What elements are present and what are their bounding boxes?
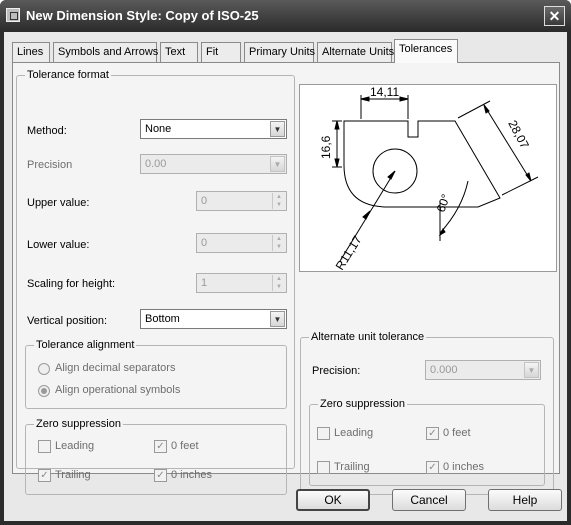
tolerance-alignment-title: Tolerance alignment <box>34 339 137 351</box>
alt-zero-inches-checkbox[interactable]: ✓ <box>426 461 439 474</box>
tab-tolerances[interactable]: Tolerances <box>394 39 458 63</box>
zero-inches-label: 0 inches <box>171 469 212 481</box>
dialog-window: New Dimension Style: Copy of ISO-25 ✕ Li… <box>0 0 571 525</box>
vertical-position-value: Bottom <box>145 313 180 325</box>
dialog-client: Lines Symbols and Arrows Text Fit Primar… <box>4 32 567 521</box>
zero-feet-checkbox[interactable]: ✓ <box>154 440 167 453</box>
scaling-for-height-spinner[interactable]: 1 ▲ ▼ <box>196 273 287 293</box>
alt-precision-dropdown[interactable]: 0.000 ▼ <box>425 360 541 380</box>
method-value: None <box>145 123 172 135</box>
title-bar[interactable]: New Dimension Style: Copy of ISO-25 ✕ <box>0 0 571 32</box>
spinner-arrows-icon[interactable]: ▲ ▼ <box>272 235 285 251</box>
scaling-for-height-value: 1 <box>201 277 208 289</box>
trailing-checkbox[interactable]: ✓ <box>38 469 51 482</box>
window-title: New Dimension Style: Copy of ISO-25 <box>26 8 259 23</box>
close-button[interactable]: ✕ <box>544 6 565 26</box>
upper-value-label: Upper value: <box>27 197 90 209</box>
align-decimal-separators-radio[interactable] <box>38 363 50 375</box>
chevron-down-icon[interactable]: ▼ <box>270 121 285 137</box>
align-operational-symbols-radio[interactable] <box>38 385 50 397</box>
app-icon <box>6 8 20 22</box>
scaling-for-height-label: Scaling for height: <box>27 278 116 290</box>
lower-value-spinner[interactable]: 0 ▲ ▼ <box>196 233 287 253</box>
alt-zero-inches-label: 0 inches <box>443 461 484 473</box>
alt-leading-label: Leading <box>334 427 374 439</box>
tolerance-alignment-group: Tolerance alignment <box>25 339 287 409</box>
chevron-down-icon[interactable]: ▼ <box>524 362 539 378</box>
alt-zero-feet-checkbox[interactable]: ✓ <box>426 427 439 440</box>
precision-dropdown[interactable]: 0.00 ▼ <box>140 154 287 174</box>
chevron-down-icon[interactable]: ▼ <box>270 156 285 172</box>
tab-text[interactable]: Text <box>160 42 198 62</box>
zero-suppression-left-group: Zero suppression <box>25 418 287 495</box>
tolerance-format-title: Tolerance format <box>25 69 111 81</box>
ok-button[interactable]: OK <box>296 489 370 511</box>
alt-trailing-label: Trailing <box>334 461 370 473</box>
upper-value-spinner[interactable]: 0 ▲ ▼ <box>196 191 287 211</box>
alt-trailing-checkbox[interactable] <box>317 461 330 474</box>
tab-alternate-units[interactable]: Alternate Units <box>317 42 394 62</box>
align-decimal-separators-label: Align decimal separators <box>55 362 176 374</box>
preview-pane: 14,11 16,6 28,07 60° R11,17 <box>299 84 557 272</box>
vertical-position-dropdown[interactable]: Bottom ▼ <box>140 309 287 329</box>
lower-value-value: 0 <box>201 237 208 249</box>
align-operational-symbols-label: Align operational symbols <box>55 384 181 396</box>
alt-leading-checkbox[interactable] <box>317 427 330 440</box>
precision-value: 0.00 <box>145 158 167 170</box>
alt-precision-value: 0.000 <box>430 364 458 376</box>
lower-value-label: Lower value: <box>27 239 90 251</box>
leading-checkbox[interactable] <box>38 440 51 453</box>
help-button[interactable]: Help <box>488 489 562 511</box>
tab-fit[interactable]: Fit <box>201 42 241 62</box>
part-outline <box>343 120 501 208</box>
alt-precision-label: Precision: <box>312 365 361 377</box>
cancel-button[interactable]: Cancel <box>392 489 466 511</box>
zero-suppression-right-title: Zero suppression <box>318 398 407 410</box>
leading-label: Leading <box>55 440 95 452</box>
spinner-arrows-icon[interactable]: ▲ ▼ <box>272 193 285 209</box>
upper-value-value: 0 <box>201 195 208 207</box>
precision-label: Precision <box>27 159 73 171</box>
tab-primary-units[interactable]: Primary Units <box>244 42 315 62</box>
dim-radius-text: R11,17 <box>333 233 365 271</box>
tab-symbols-and-arrows[interactable]: Symbols and Arrows <box>53 42 158 62</box>
method-dropdown[interactable]: None ▼ <box>140 119 287 139</box>
chevron-down-icon[interactable]: ▼ <box>270 311 285 327</box>
zero-feet-label: 0 feet <box>171 440 199 452</box>
spinner-arrows-icon[interactable]: ▲ ▼ <box>272 275 285 291</box>
alt-zero-feet-label: 0 feet <box>443 427 471 439</box>
zero-inches-checkbox[interactable]: ✓ <box>154 469 167 482</box>
dim-angle-text: 60° <box>434 192 453 214</box>
tab-lines[interactable]: Lines <box>12 42 50 62</box>
method-label: Method: <box>27 125 67 137</box>
vertical-position-label: Vertical position: <box>27 315 108 327</box>
dim-left-text: 16,6 <box>319 135 333 159</box>
dim-top-text: 14,11 <box>370 85 399 99</box>
dimension-preview-drawing: 14,11 16,6 28,07 60° R11,17 <box>319 85 539 271</box>
alternate-unit-tolerance-title: Alternate unit tolerance <box>309 331 427 343</box>
zero-suppression-left-title: Zero suppression <box>34 418 123 430</box>
trailing-label: Trailing <box>55 469 91 481</box>
